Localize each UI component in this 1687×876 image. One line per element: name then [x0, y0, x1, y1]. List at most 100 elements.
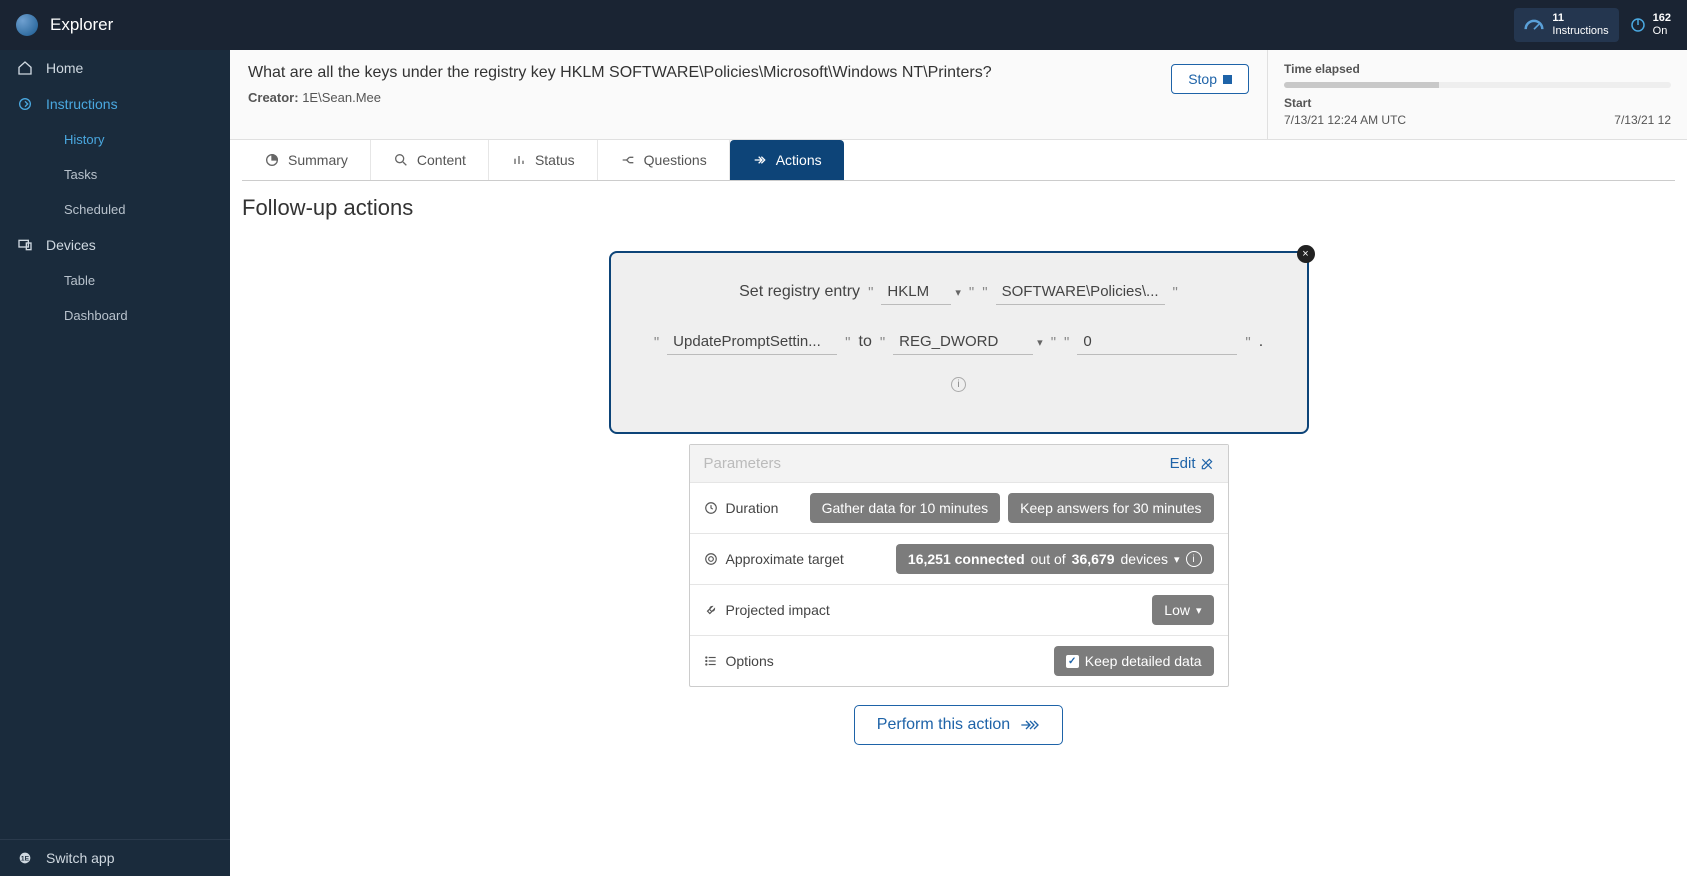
quote-icon: ": [880, 334, 885, 351]
sidebar-item-history[interactable]: History: [0, 122, 230, 157]
period: .: [1259, 333, 1263, 351]
keep-answers-chip[interactable]: Keep answers for 30 minutes: [1008, 493, 1213, 523]
edit-params-button[interactable]: Edit: [1170, 455, 1214, 472]
perform-action-button[interactable]: Perform this action: [854, 705, 1063, 745]
quote-icon: ": [868, 284, 873, 301]
param-row-duration: Duration Gather data for 10 minutes Keep…: [690, 482, 1228, 533]
close-action-button[interactable]: ×: [1297, 245, 1315, 263]
tab-content-label: Content: [417, 152, 466, 168]
questions-icon: [620, 152, 636, 168]
instructions-status[interactable]: 11 Instructions: [1514, 8, 1618, 42]
action-verb: Set registry entry: [739, 283, 860, 301]
target-chip[interactable]: 16,251 connected out of 36,679 devices ▾…: [896, 544, 1214, 574]
quote-icon: ": [1064, 334, 1069, 351]
tasks-label: Tasks: [64, 167, 97, 182]
action-sentence: Set registry entry " HKLM ▾ " " SOFTWARE…: [645, 279, 1273, 355]
instructions-label: Instructions: [46, 96, 118, 112]
info-icon[interactable]: i: [1186, 551, 1202, 567]
target-connected: 16,251 connected: [908, 551, 1025, 567]
svg-text:1E: 1E: [21, 856, 30, 863]
quote-icon: ": [845, 334, 850, 351]
switch-app-icon: 1E: [16, 850, 34, 866]
perform-label: Perform this action: [877, 716, 1010, 734]
tab-summary[interactable]: Summary: [242, 140, 371, 180]
actions-icon: [752, 152, 768, 168]
content-area: Follow-up actions × Set registry entry "…: [230, 181, 1687, 785]
clock-icon: [704, 501, 718, 515]
sidebar-item-table[interactable]: Table: [0, 263, 230, 298]
tab-questions[interactable]: Questions: [598, 140, 730, 180]
online-status[interactable]: 162 On: [1629, 12, 1671, 38]
sidebar-item-switch-app[interactable]: 1E Switch app: [0, 840, 230, 876]
power-icon: [1629, 16, 1647, 34]
param-row-target: Approximate target 16,251 connected out …: [690, 533, 1228, 584]
list-icon: [704, 654, 718, 668]
value-input[interactable]: 0: [1077, 329, 1237, 355]
path-input[interactable]: SOFTWARE\Policies\...: [996, 279, 1165, 305]
gather-chip[interactable]: Gather data for 10 minutes: [810, 493, 1001, 523]
stop-square-icon: [1223, 75, 1232, 84]
param-row-options: Options ✓ Keep detailed data: [690, 635, 1228, 686]
quote-icon: ": [1245, 334, 1250, 351]
sidebar-item-devices[interactable]: Devices: [0, 227, 230, 263]
history-label: History: [64, 132, 104, 147]
quote-icon: ": [1173, 284, 1178, 301]
elapsed-label: Time elapsed: [1284, 62, 1671, 76]
duration-label: Duration: [726, 500, 779, 516]
sidebar-item-instructions[interactable]: Instructions: [0, 86, 230, 122]
instr-label: Instructions: [1552, 25, 1608, 38]
tabs: Summary Content Status Questions Actions: [242, 140, 1675, 181]
keep-detailed-chip[interactable]: ✓ Keep detailed data: [1054, 646, 1214, 676]
sidebar-item-home[interactable]: Home: [0, 50, 230, 86]
action-box: × Set registry entry " HKLM ▾ " " SOFTWA…: [609, 251, 1309, 434]
quote-icon: ": [654, 334, 659, 351]
info-icon[interactable]: i: [951, 377, 966, 392]
brand-icon: [16, 14, 38, 36]
header-area: What are all the keys under the registry…: [230, 50, 1687, 140]
question-text: What are all the keys under the registry…: [248, 64, 1151, 82]
hive-value: HKLM: [881, 279, 951, 305]
stop-button[interactable]: Stop: [1171, 64, 1249, 94]
chevron-down-icon: ▾: [955, 286, 961, 299]
topbar: Explorer 11 Instructions 162 On: [0, 0, 1687, 50]
instructions-icon: [16, 96, 34, 112]
start-value: 7/13/21 12:24 AM UTC: [1284, 113, 1406, 127]
tab-status[interactable]: Status: [489, 140, 598, 180]
creator-label: Creator:: [248, 90, 299, 105]
online-count: 162: [1653, 12, 1671, 25]
chevron-down-icon: ▾: [1037, 336, 1043, 349]
quote-icon: ": [969, 284, 974, 301]
tab-actions[interactable]: Actions: [730, 140, 844, 180]
chevron-down-icon: ▾: [1196, 604, 1202, 617]
summary-icon: [264, 152, 280, 168]
params-title: Parameters: [704, 455, 782, 472]
target-devices: devices: [1121, 551, 1168, 567]
stop-label: Stop: [1188, 71, 1217, 87]
brand: Explorer: [16, 14, 113, 36]
quote-icon: ": [982, 284, 987, 301]
param-row-impact: Projected impact Low ▾: [690, 584, 1228, 635]
gauge-icon: [1524, 18, 1544, 32]
devices-icon: [16, 237, 34, 253]
hive-select[interactable]: HKLM ▾: [881, 279, 961, 305]
tab-status-label: Status: [535, 152, 575, 168]
home-label: Home: [46, 60, 83, 76]
perform-arrows-icon: [1020, 718, 1040, 732]
sidebar-item-tasks[interactable]: Tasks: [0, 157, 230, 192]
parameters-panel: Parameters Edit Duration Gather data for…: [689, 444, 1229, 687]
to-label: to: [859, 333, 872, 351]
brand-label: Explorer: [50, 15, 113, 35]
scheduled-label: Scheduled: [64, 202, 125, 217]
table-label: Table: [64, 273, 95, 288]
status-icon: [511, 152, 527, 168]
type-select[interactable]: REG_DWORD ▾: [893, 329, 1043, 355]
target-outof: out of: [1031, 551, 1066, 567]
sidebar-item-scheduled[interactable]: Scheduled: [0, 192, 230, 227]
sidebar-item-dashboard[interactable]: Dashboard: [0, 298, 230, 333]
target-total: 36,679: [1072, 551, 1115, 567]
options-label: Options: [726, 653, 774, 669]
tab-summary-label: Summary: [288, 152, 348, 168]
tab-content[interactable]: Content: [371, 140, 489, 180]
name-input[interactable]: UpdatePromptSettin...: [667, 329, 837, 355]
impact-chip[interactable]: Low ▾: [1152, 595, 1213, 625]
